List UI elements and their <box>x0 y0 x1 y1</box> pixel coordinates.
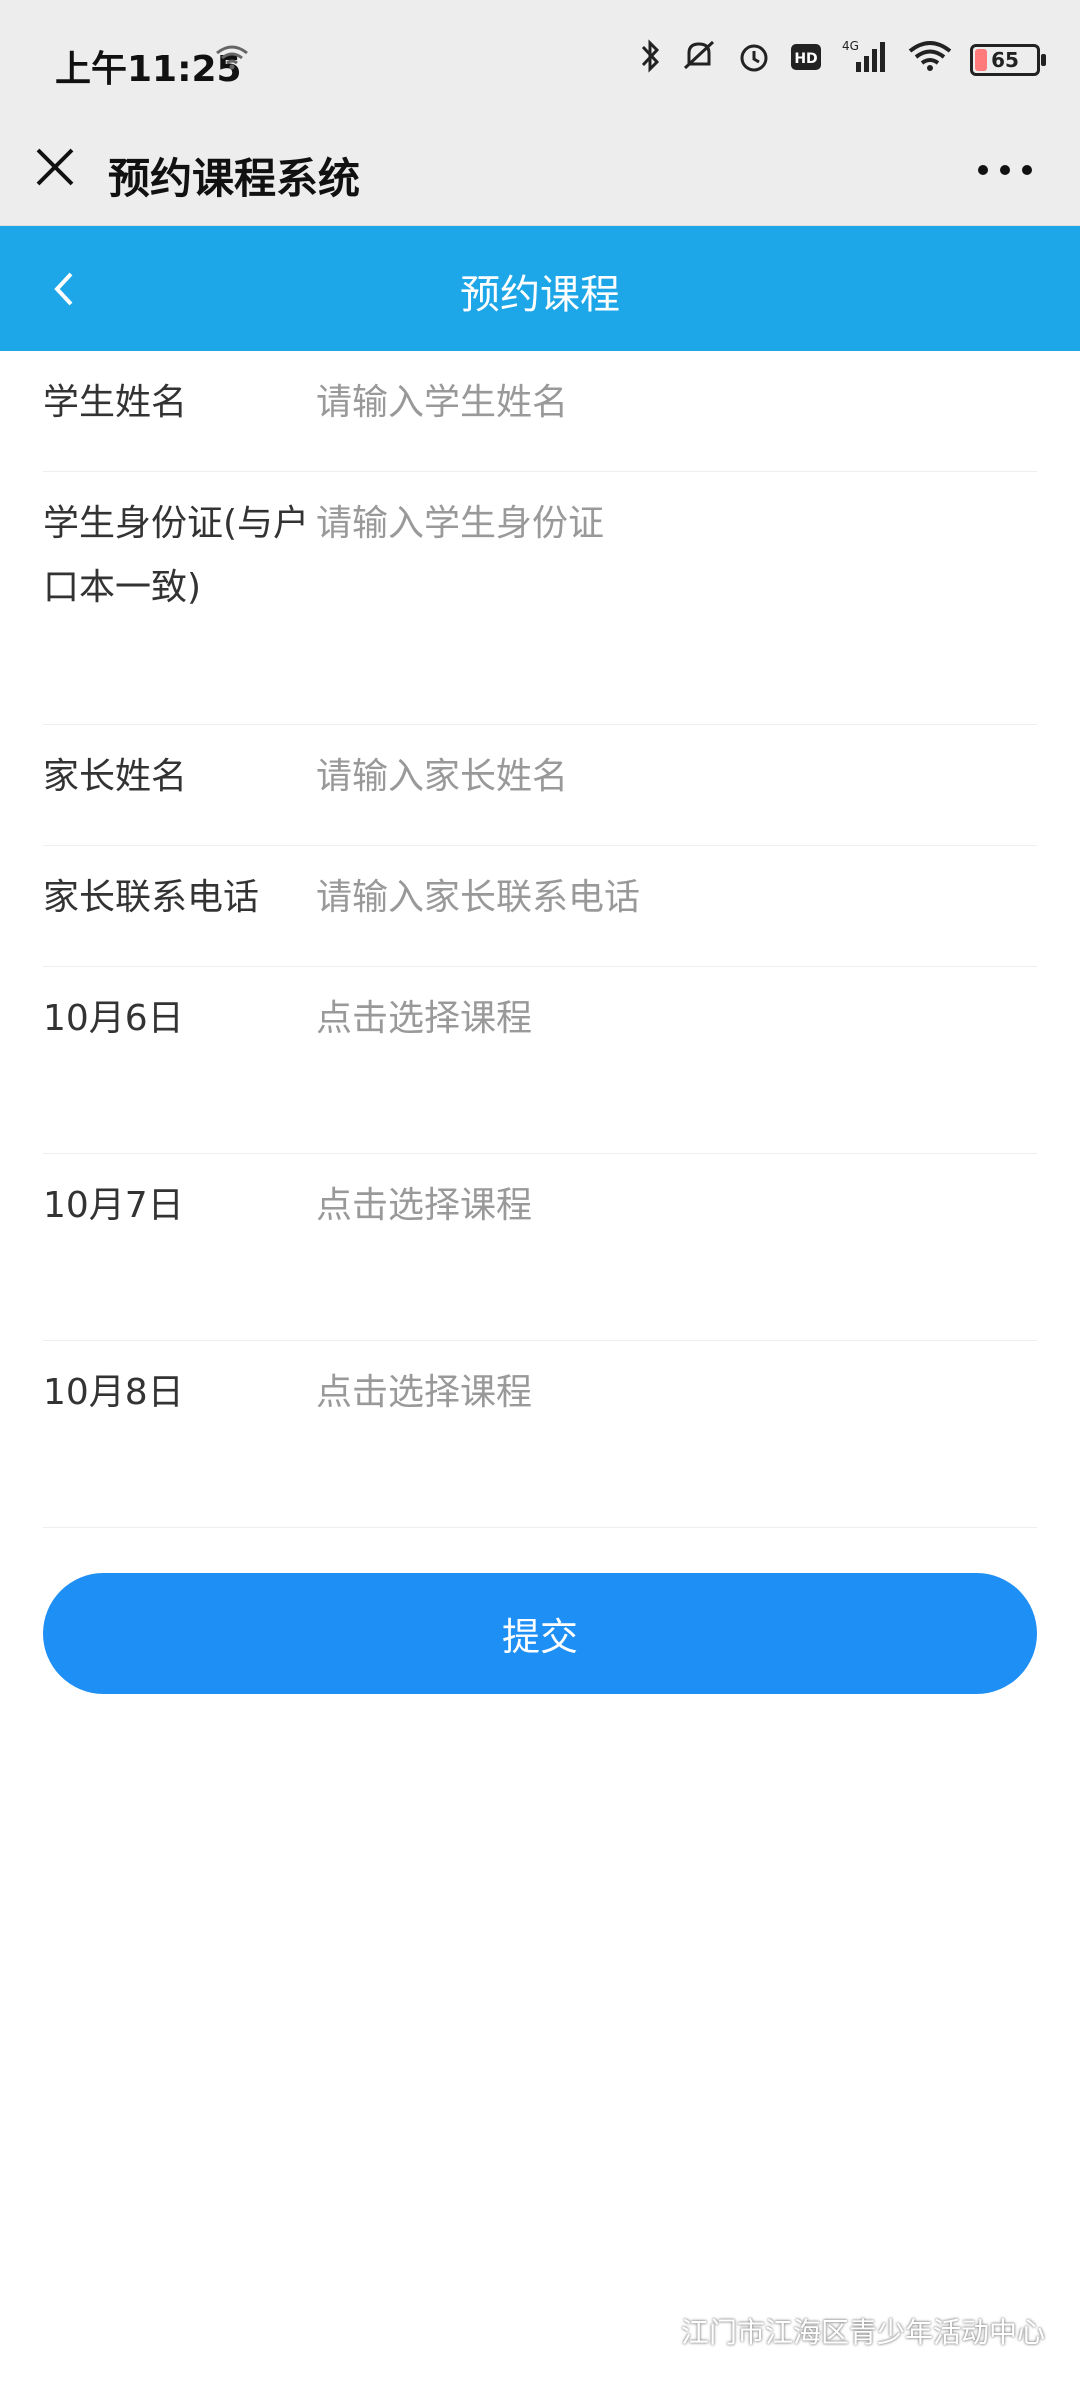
parent-phone-input[interactable]: 请输入家长联系电话 <box>316 846 1037 966</box>
student-name-label: 学生姓名 <box>43 382 188 423</box>
page-title: 预约课程系统 <box>108 154 361 203</box>
parent-name-row: 家长姓名 请输入家长姓名 <box>43 725 1037 846</box>
nav-title: 预约课程 <box>460 272 620 318</box>
course-date-row: 10月6日 点击选择课程 <box>43 967 1037 1154</box>
course-date-row: 10月7日 点击选择课程 <box>43 1154 1037 1341</box>
nav-bar: 预约课程 <box>0 226 1080 351</box>
course-date-label: 10月7日 <box>43 1185 184 1226</box>
battery-level: 65 <box>991 48 1019 72</box>
cellular-signal-icon: 4G <box>840 38 890 82</box>
status-icons: HD 4G 65 <box>638 38 1046 82</box>
student-name-input[interactable]: 请输入学生姓名 <box>316 351 1037 471</box>
parent-name-label: 家长姓名 <box>43 756 188 797</box>
student-id-input[interactable]: 请输入学生身份证 <box>316 472 1037 724</box>
parent-phone-row: 家长联系电话 请输入家长联系电话 <box>43 846 1037 967</box>
hd-icon: HD <box>790 41 822 79</box>
booking-form: 学生姓名 请输入学生姓名 学生身份证(与户口本一致) 请输入学生身份证 家长姓名… <box>43 351 1037 1528</box>
watermark: 江门市江海区青少年活动中心 <box>627 2309 1045 2352</box>
more-options-icon[interactable] <box>975 155 1035 185</box>
status-time: 上午11:25 <box>55 49 242 90</box>
course-select[interactable]: 点击选择课程 <box>316 967 1037 1153</box>
parent-name-input[interactable]: 请输入家长姓名 <box>316 725 1037 845</box>
svg-text:HD: HD <box>794 51 817 67</box>
course-date-row: 10月8日 点击选择课程 <box>43 1341 1037 1528</box>
battery-icon: 65 <box>970 44 1046 76</box>
submit-button[interactable]: 提交 <box>43 1573 1037 1694</box>
hotspot-icon <box>215 44 249 74</box>
bluetooth-icon <box>638 38 662 82</box>
close-icon[interactable] <box>30 142 80 192</box>
wechat-icon <box>627 2309 671 2352</box>
course-date-label: 10月6日 <box>43 998 184 1039</box>
network-type-label: 4G <box>842 39 859 53</box>
parent-phone-label: 家长联系电话 <box>43 877 260 918</box>
course-select[interactable]: 点击选择课程 <box>316 1341 1037 1527</box>
status-bar: 上午11:25 HD 4G 65 <box>0 0 1080 120</box>
student-name-row: 学生姓名 请输入学生姓名 <box>43 351 1037 472</box>
student-id-label: 学生身份证(与户口本一致) <box>43 503 310 608</box>
course-select[interactable]: 点击选择课程 <box>316 1154 1037 1340</box>
course-date-label: 10月8日 <box>43 1372 184 1413</box>
student-id-row: 学生身份证(与户口本一致) 请输入学生身份证 <box>43 472 1037 725</box>
wifi-icon <box>908 40 952 80</box>
watermark-text: 江门市江海区青少年活动中心 <box>680 2315 1045 2349</box>
title-bar: 预约课程系统 <box>0 120 1080 226</box>
alarm-icon <box>736 38 772 82</box>
silent-bell-icon <box>680 38 718 82</box>
